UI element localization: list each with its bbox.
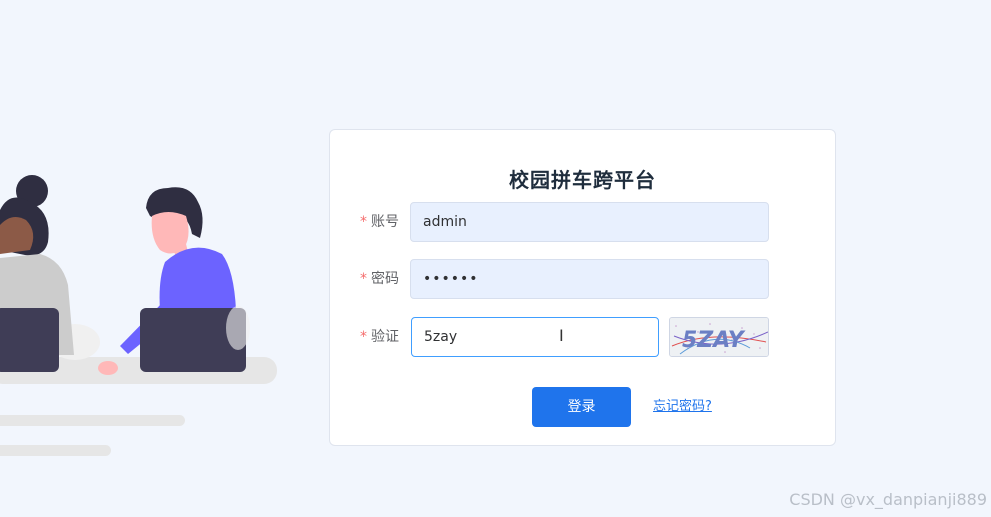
floor-line [0, 445, 111, 456]
hand [98, 361, 118, 375]
account-row: * 账号 admin [330, 202, 835, 242]
laptop-left [0, 308, 59, 372]
password-row: * 密码 •••••• [330, 259, 835, 299]
login-card: 校园拼车跨平台 * 账号 admin * 密码 •••••• * 验证 5zay I [329, 129, 836, 446]
shirt [159, 247, 236, 310]
people-at-laptops-illustration [0, 175, 277, 456]
captcha-row: * 验证 5zay I 5ZAY [330, 317, 835, 357]
captcha-input-value: 5zay [424, 329, 458, 345]
required-mark: * [360, 271, 367, 287]
captcha-image-graphic: 5ZAY [670, 318, 768, 356]
required-mark: * [360, 329, 367, 345]
password-label: * 密码 [360, 259, 410, 299]
password-input[interactable]: •••••• [410, 259, 769, 299]
account-label-text: 账号 [371, 214, 399, 230]
page-title: 校园拼车跨平台 [509, 168, 656, 192]
captcha-label-text: 验证 [371, 329, 399, 345]
login-button[interactable]: 登录 [532, 387, 631, 427]
required-mark: * [360, 214, 367, 230]
chair [226, 306, 250, 350]
captcha-image[interactable]: 5ZAY [669, 317, 769, 357]
account-input[interactable]: admin [410, 202, 769, 242]
captcha-input[interactable]: 5zay I [411, 317, 659, 357]
account-label: * 账号 [360, 202, 410, 242]
captcha-label: * 验证 [360, 317, 410, 357]
face [0, 216, 34, 254]
password-label-text: 密码 [371, 271, 399, 287]
captcha-image-text: 5ZAY [682, 328, 746, 353]
watermark: CSDN @vx_danpianji889 [789, 490, 987, 509]
text-ibeam-cursor-icon: I [559, 326, 564, 345]
floor-line [0, 415, 185, 426]
forgot-password-link[interactable]: 忘记密码? [653, 387, 712, 427]
